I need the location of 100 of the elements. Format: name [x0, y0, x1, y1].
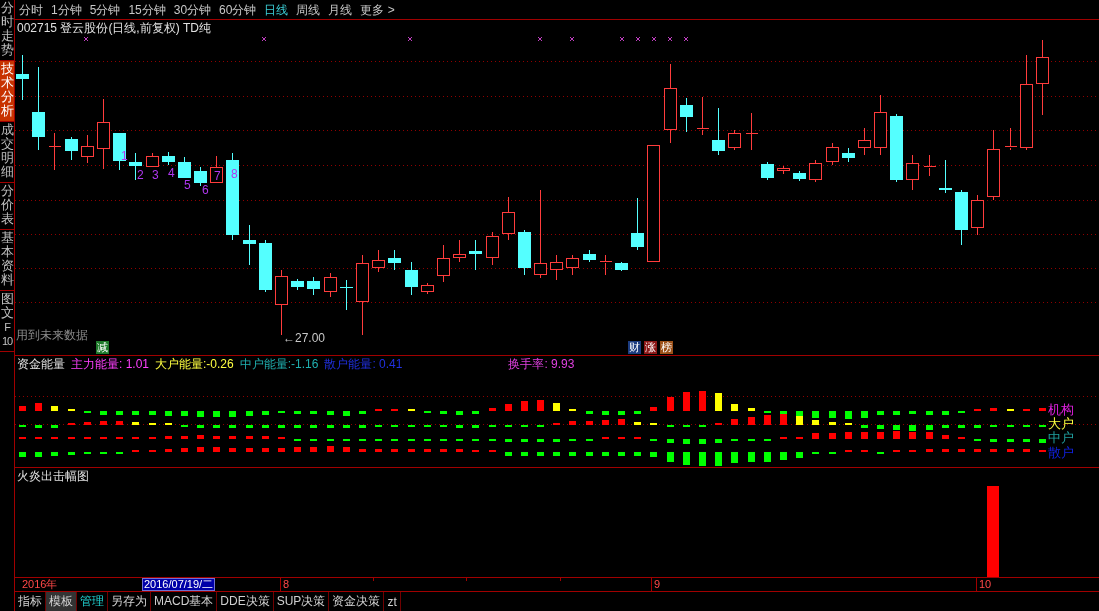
signal-badge: 榜 [660, 341, 673, 354]
cross-marker-icon [569, 36, 575, 42]
falling-candlestick [307, 276, 320, 296]
rising-candlestick [421, 282, 434, 295]
signal-badge: 涨 [644, 341, 657, 354]
indicator-title: 火炎出击幅图 [17, 470, 89, 483]
cross-marker-icon [407, 36, 413, 42]
rising-candlestick [48, 132, 61, 171]
candle-number-label: 8 [231, 169, 238, 180]
axis-month-label: 10 [979, 578, 992, 591]
candle-number-label: 4 [168, 168, 175, 179]
axis-month-label: 9 [654, 578, 661, 591]
falling-candlestick [113, 132, 126, 171]
period-tab[interactable]: 日线 [264, 2, 289, 17]
sidebar-tab[interactable]: 图文F10 [0, 291, 14, 352]
falling-candlestick [469, 239, 482, 271]
candle-number-label: 5 [184, 180, 191, 191]
falling-candlestick [388, 249, 401, 271]
falling-candlestick [16, 54, 29, 101]
indicator-tab[interactable]: 指标 [15, 592, 46, 611]
legend-label: 机构 [1048, 403, 1074, 416]
rising-candlestick [777, 165, 790, 175]
signal-badge: 财 [628, 341, 641, 354]
cross-marker-icon [667, 36, 673, 42]
falling-candlestick [615, 261, 628, 272]
rising-candlestick [453, 239, 466, 263]
rising-candlestick [906, 154, 919, 191]
falling-candlestick [405, 261, 418, 296]
signal-badge: 减 [96, 341, 109, 354]
indicator-tab[interactable]: zt [384, 592, 401, 611]
indicator-title: 资金能量 [17, 358, 65, 371]
falling-candlestick [194, 166, 207, 187]
sidebar-tab[interactable]: 分时走势 [0, 0, 14, 61]
rising-candlestick [923, 154, 936, 177]
rising-candlestick [81, 134, 94, 164]
legend-label: 大户 [1048, 417, 1074, 430]
falling-candlestick [129, 152, 142, 181]
period-tab[interactable]: 周线 [296, 2, 321, 17]
sidebar-tab[interactable]: 分价表 [0, 183, 14, 230]
energy-reading: 散户能量: 0.41 [324, 358, 403, 371]
period-tab[interactable]: 30分钟 [173, 2, 212, 17]
falling-candlestick [680, 97, 693, 133]
falling-candlestick [712, 107, 725, 156]
falling-candlestick [955, 189, 968, 246]
period-tab[interactable]: 1分钟 [51, 2, 82, 17]
legend-label: 中户 [1048, 431, 1074, 444]
falling-candlestick [842, 147, 855, 163]
period-tab[interactable]: 15分钟 [128, 2, 166, 17]
falling-candlestick [243, 224, 256, 266]
rising-candlestick [599, 254, 612, 276]
axis-month-label: 8 [283, 578, 290, 591]
cross-marker-icon [635, 36, 641, 42]
sidebar-tab[interactable]: 基本资料 [0, 230, 14, 291]
candle-number-label: 6 [202, 185, 209, 196]
period-tab[interactable]: 分时 [19, 2, 43, 17]
falling-candlestick [65, 136, 78, 161]
rising-candlestick [210, 155, 223, 183]
period-tab[interactable]: 月线 [328, 2, 353, 17]
cross-marker-icon [683, 36, 689, 42]
candle-number-label: 2 [137, 170, 144, 181]
candle-number-label: 1 [121, 151, 128, 162]
rising-candlestick [550, 254, 563, 281]
rising-candlestick [826, 142, 839, 166]
sidebar-tab[interactable]: 成交明细 [0, 122, 14, 183]
rising-candlestick [372, 249, 385, 273]
candle-number-label: 7 [214, 171, 221, 182]
legend-label: 散户 [1048, 446, 1074, 459]
period-tab[interactable]: 更多 > [360, 2, 395, 17]
chart-title: 002715 登云股份(日线,前复权) TD纯 [17, 22, 212, 35]
falling-candlestick [631, 197, 644, 251]
falling-candlestick [178, 156, 191, 179]
cross-marker-icon [619, 36, 625, 42]
indicator-tab[interactable]: 模板 [46, 592, 77, 611]
falling-candlestick [793, 170, 806, 182]
energy-reading: 主力能量: 1.01 [71, 358, 150, 371]
sidebar-tab[interactable]: 技术分析 [0, 61, 14, 122]
rising-candlestick [97, 98, 110, 170]
indicator-tab[interactable]: 管理 [77, 592, 108, 611]
falling-candlestick [939, 159, 952, 194]
cross-marker-icon [83, 36, 89, 42]
future-data-note: 用到未来数据 [16, 329, 88, 342]
falling-candlestick [583, 249, 596, 263]
candle-number-label: 3 [152, 170, 159, 181]
period-tab[interactable]: 5分钟 [89, 2, 121, 17]
cross-marker-icon [261, 36, 267, 42]
falling-candlestick [259, 239, 272, 293]
rising-candlestick [324, 272, 337, 298]
falling-candlestick [340, 279, 353, 311]
rising-candlestick [874, 94, 887, 156]
turnover-reading: 换手率: 9.93 [508, 358, 575, 371]
energy-reading: 大户能量:-0.26 [155, 358, 234, 371]
rising-candlestick [146, 152, 159, 167]
indicator-tab[interactable]: 资金决策 [329, 592, 385, 611]
rising-candlestick [987, 129, 1000, 201]
rising-candlestick [858, 127, 871, 156]
axis-year-label: 2016年 [22, 578, 58, 591]
indicator-tab[interactable]: MACD基本 [151, 592, 218, 611]
rising-candlestick [745, 112, 758, 151]
period-tab[interactable]: 60分钟 [219, 2, 257, 17]
falling-candlestick [761, 161, 774, 181]
